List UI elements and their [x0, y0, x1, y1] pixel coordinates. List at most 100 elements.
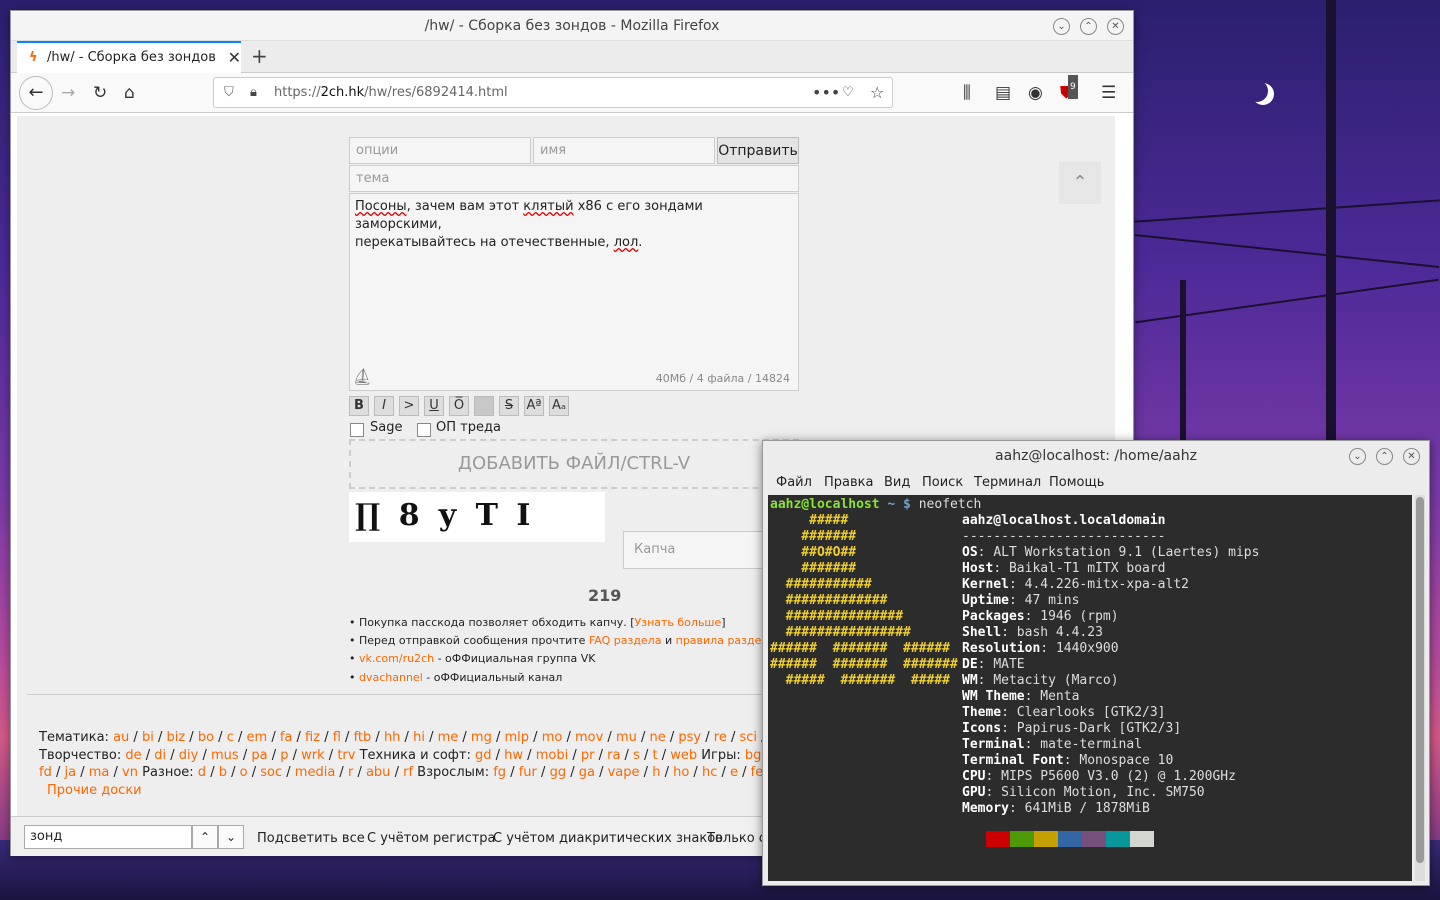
board-link-fg[interactable]: fg — [493, 765, 506, 780]
board-link-ra[interactable]: ra — [607, 748, 620, 763]
faq-link[interactable]: FAQ раздела — [589, 634, 662, 647]
board-link-mo[interactable]: mo — [542, 730, 563, 745]
find-prev-icon[interactable]: ⌃ — [192, 825, 218, 849]
bold-button[interactable]: B — [349, 396, 369, 416]
board-link-hh[interactable]: hh — [384, 730, 400, 745]
board-link-trv[interactable]: trv — [337, 748, 355, 763]
back-icon[interactable]: ← — [19, 76, 53, 110]
menu-file[interactable]: Файл — [776, 475, 812, 490]
board-link-fl[interactable]: fl — [333, 730, 341, 745]
message-textarea[interactable]: Посоны, зачем вам этот клятый x86 с его … — [349, 193, 799, 391]
other-boards-text[interactable]: Прочие доски — [47, 783, 142, 798]
strike-button[interactable]: S — [499, 396, 519, 416]
pocket-icon[interactable]: ♡ — [842, 78, 854, 107]
board-link-vape[interactable]: vape — [608, 765, 640, 780]
board-link-c[interactable]: c — [227, 730, 234, 745]
menu-edit[interactable]: Правка — [824, 475, 873, 490]
captcha-input[interactable]: Капча — [623, 531, 773, 569]
italic-button[interactable]: I — [374, 396, 394, 416]
scroll-up-button[interactable]: ⌃ — [1059, 162, 1101, 204]
terminal-scrollbar[interactable] — [1415, 495, 1425, 881]
menu-icon[interactable]: ☰ — [1101, 81, 1116, 105]
channel-link[interactable]: dvachannel — [359, 671, 423, 684]
subject-input[interactable]: тема — [349, 165, 799, 192]
board-link-fa[interactable]: fa — [280, 730, 293, 745]
board-link-abu[interactable]: abu — [366, 765, 390, 780]
reload-icon[interactable]: ↻ — [93, 81, 107, 105]
op-checkbox[interactable] — [417, 423, 431, 437]
board-link-sci[interactable]: sci — [740, 730, 758, 745]
board-link-psy[interactable]: psy — [678, 730, 701, 745]
ublock-icon[interactable]: ⛊ 9 — [1060, 75, 1078, 105]
terminal-maximize-icon[interactable]: ⌃ — [1376, 448, 1393, 465]
url-bar[interactable]: ⛉ 🔒︎ https://2ch.hk/hw/res/6892414.html … — [213, 77, 893, 108]
tab-close-icon[interactable]: ✕ — [228, 43, 241, 73]
board-link-d[interactable]: d — [198, 765, 206, 780]
match-case-option[interactable]: С учётом регистра — [367, 831, 496, 846]
board-link-mov[interactable]: mov — [575, 730, 603, 745]
board-link-hw[interactable]: hw — [504, 748, 523, 763]
minimize-icon[interactable]: ⌄ — [1053, 18, 1070, 35]
board-link-s[interactable]: s — [633, 748, 640, 763]
passcode-link[interactable]: Узнать больше — [635, 616, 722, 629]
name-input[interactable]: имя — [533, 137, 715, 164]
board-link-mobi[interactable]: mobi — [536, 748, 568, 763]
board-link-me[interactable]: me — [438, 730, 459, 745]
board-link-mlp[interactable]: mlp — [505, 730, 530, 745]
options-input[interactable]: опции — [349, 137, 531, 164]
superscript-button[interactable]: Aª — [524, 396, 544, 416]
terminal-output[interactable]: aahz@localhost ~ $ neofetch aahz@localho… — [768, 495, 1412, 881]
menu-terminal[interactable]: Терминал — [974, 475, 1041, 490]
board-link-em[interactable]: em — [247, 730, 268, 745]
menu-search[interactable]: Поиск — [922, 475, 963, 490]
board-link-fur[interactable]: fur — [519, 765, 537, 780]
board-link-rf[interactable]: rf — [403, 765, 413, 780]
board-link-ne[interactable]: ne — [650, 730, 666, 745]
board-link-vn[interactable]: vn — [122, 765, 138, 780]
board-link-media[interactable]: media — [295, 765, 336, 780]
bookmark-star-icon[interactable]: ☆ — [870, 78, 884, 107]
page-actions-icon[interactable]: ••• — [812, 78, 840, 107]
library-icon[interactable]: ⫼ — [963, 81, 971, 105]
new-tab-icon[interactable]: + — [251, 41, 268, 71]
menu-help[interactable]: Помощь — [1049, 475, 1104, 490]
board-link-ga[interactable]: ga — [579, 765, 595, 780]
board-link-e[interactable]: e — [730, 765, 738, 780]
vk-link[interactable]: vk.com/ru2ch — [359, 652, 434, 665]
board-link-o[interactable]: o — [240, 765, 248, 780]
underline-button[interactable]: U — [424, 396, 444, 416]
find-input[interactable]: зонд — [24, 825, 192, 849]
other-boards-link[interactable]: Прочие доски — [47, 783, 142, 798]
board-link-mus[interactable]: mus — [211, 748, 239, 763]
board-link-mu[interactable]: mu — [616, 730, 637, 745]
file-drop-zone[interactable]: ДОБАВИТЬ ФАЙЛ/CTRL-V — [349, 439, 799, 489]
board-link-pr[interactable]: pr — [581, 748, 595, 763]
subscript-button[interactable]: Aₐ — [549, 396, 569, 416]
board-link-soc[interactable]: soc — [260, 765, 282, 780]
match-diacritics-option[interactable]: С учётом диакритических знаков — [493, 831, 723, 846]
home-icon[interactable]: ⌂ — [124, 81, 135, 105]
board-link-bi[interactable]: bi — [142, 730, 154, 745]
terminal-minimize-icon[interactable]: ⌄ — [1349, 448, 1366, 465]
send-button[interactable]: Отправить — [717, 137, 799, 164]
sage-checkbox[interactable] — [350, 423, 364, 437]
board-link-biz[interactable]: biz — [166, 730, 185, 745]
overline-button[interactable]: O̅ — [449, 396, 469, 416]
terminal-close-icon[interactable]: ✕ — [1403, 448, 1420, 465]
board-link-ma[interactable]: ma — [89, 765, 110, 780]
board-link-ho[interactable]: ho — [673, 765, 689, 780]
board-link-de[interactable]: de — [125, 748, 141, 763]
board-link-fd[interactable]: fd — [39, 765, 52, 780]
board-link-re[interactable]: re — [714, 730, 727, 745]
account-icon[interactable]: ◉ — [1028, 81, 1043, 105]
forward-icon[interactable]: → — [61, 81, 75, 105]
tab-hw[interactable]: ϟ /hw/ - Сборка без зондов ✕ — [17, 41, 241, 73]
sail-icon[interactable]: ⛵︎ — [352, 368, 372, 386]
quote-button[interactable]: > — [399, 396, 419, 416]
sidebar-icon[interactable]: ▤ — [995, 81, 1011, 105]
highlight-all-option[interactable]: Подсветить все — [257, 831, 365, 846]
board-link-wrk[interactable]: wrk — [301, 748, 325, 763]
board-link-gd[interactable]: gd — [475, 748, 492, 763]
board-link-bo[interactable]: bo — [198, 730, 214, 745]
board-link-hi[interactable]: hi — [413, 730, 425, 745]
